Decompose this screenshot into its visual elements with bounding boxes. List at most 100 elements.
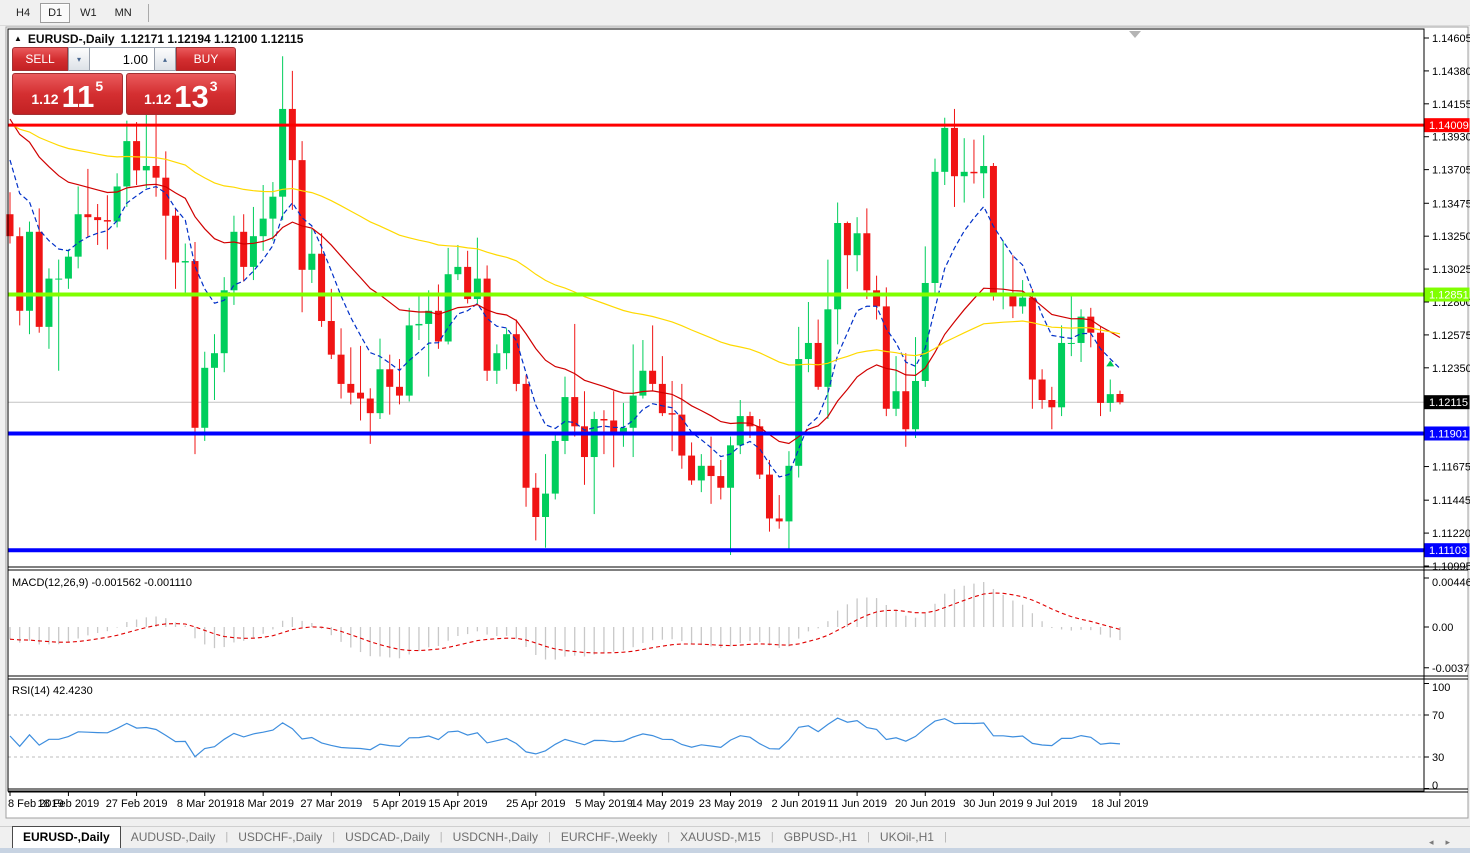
candlestick xyxy=(1078,317,1085,343)
candlestick xyxy=(649,371,656,384)
chart-ohlc-values: 1.12171 1.12194 1.12100 1.12115 xyxy=(121,32,304,46)
symbol-tab-xauusd[interactable]: XAUUSD-,M15 xyxy=(670,827,771,848)
symbol-tab-usdcad[interactable]: USDCAD-,Daily xyxy=(335,827,440,848)
rsi-label: RSI(14) 42.4230 xyxy=(12,685,93,697)
buy-button[interactable]: BUY xyxy=(176,47,236,71)
buy-price-big: 13 xyxy=(174,83,208,110)
rsi-line xyxy=(10,718,1120,757)
price-axis-label: 1.14155 xyxy=(1432,99,1470,111)
volume-input[interactable] xyxy=(90,47,154,71)
candlestick xyxy=(269,197,276,219)
candlestick xyxy=(55,279,62,280)
rsi-axis-label: 0 xyxy=(1432,780,1438,792)
candlestick xyxy=(932,172,939,283)
candlestick xyxy=(523,384,530,488)
candlestick xyxy=(669,413,676,414)
candlestick xyxy=(454,267,461,274)
buy-price-panel[interactable]: 1.12 13 3 xyxy=(126,73,237,115)
timeframe-tab-w1[interactable]: W1 xyxy=(72,3,105,23)
candlestick xyxy=(717,476,724,488)
candlestick xyxy=(26,232,33,311)
tab-separator: | xyxy=(944,831,947,848)
volume-increase-button[interactable]: ▴ xyxy=(154,47,176,71)
price-axis-label: 1.12800 xyxy=(1432,297,1470,309)
candlestick xyxy=(737,416,744,445)
candlestick xyxy=(182,261,189,262)
candlestick xyxy=(941,128,948,172)
collapse-arrow-icon[interactable]: ▲ xyxy=(14,34,22,43)
up-arrow-marker xyxy=(1106,360,1114,366)
candlestick xyxy=(727,445,734,487)
candlestick xyxy=(445,274,452,341)
timeframe-tab-d1[interactable]: D1 xyxy=(40,3,70,23)
symbol-tab-usdcnh[interactable]: USDCNH-,Daily xyxy=(443,827,548,848)
price-axis-label: 1.14380 xyxy=(1432,66,1470,78)
candlestick xyxy=(834,223,841,309)
price-axis-label: 1.12350 xyxy=(1432,363,1470,375)
macd-axis-label: 0.00 xyxy=(1432,622,1453,634)
candlestick xyxy=(435,311,442,342)
rsi-axis-label: 70 xyxy=(1432,710,1444,722)
level-price-badge: 1.14009 xyxy=(1429,120,1469,132)
macd-signal-line xyxy=(10,593,1120,653)
buy-price-small: 1.12 xyxy=(144,91,171,107)
candlestick xyxy=(7,214,14,236)
current-price-badge: 1.12115 xyxy=(1429,397,1468,409)
tab-scroll-arrows[interactable]: ◂▸ xyxy=(1429,837,1462,848)
candlestick xyxy=(630,396,637,428)
candlestick xyxy=(289,109,296,160)
candlestick xyxy=(386,369,393,387)
symbol-tab-eurchf[interactable]: EURCHF-,Weekly xyxy=(551,827,667,848)
candlestick xyxy=(912,381,919,429)
price-axis-label: 1.14605 xyxy=(1432,33,1470,45)
candlestick xyxy=(211,353,218,368)
status-strip xyxy=(0,848,1470,853)
symbol-tab-audusd[interactable]: AUDUSD-,Daily xyxy=(121,827,226,848)
candlestick xyxy=(406,325,413,395)
price-axis-label: 1.11675 xyxy=(1432,462,1470,474)
macd-axis-label: 0.004465 xyxy=(1432,577,1470,589)
level-price-badge: 1.11103 xyxy=(1429,545,1467,557)
date-axis-label: 18 Mar 2019 xyxy=(232,798,294,810)
candlestick xyxy=(756,426,763,474)
candlestick xyxy=(84,214,91,217)
rsi-axis-label: 100 xyxy=(1432,682,1450,694)
candlestick xyxy=(114,186,121,221)
candlestick xyxy=(172,216,179,263)
price-axis-label: 1.11445 xyxy=(1432,495,1470,507)
date-axis-label: 15 Apr 2019 xyxy=(428,798,487,810)
candlestick xyxy=(980,166,987,173)
date-axis-label: 5 May 2019 xyxy=(575,798,632,810)
candlestick xyxy=(16,236,23,311)
candlestick xyxy=(230,232,237,291)
candlestick xyxy=(581,426,588,457)
price-axis-label: 1.10995 xyxy=(1432,561,1470,573)
timeframe-tab-h4[interactable]: H4 xyxy=(8,3,38,23)
candlestick xyxy=(338,355,345,384)
candlestick xyxy=(893,391,900,409)
candlestick xyxy=(162,178,169,216)
symbol-tab-usdchf[interactable]: USDCHF-,Daily xyxy=(228,827,332,848)
sell-price-panel[interactable]: 1.12 11 5 xyxy=(12,73,123,115)
chart-shift-marker[interactable] xyxy=(1129,31,1141,38)
candlestick xyxy=(610,420,617,432)
candlestick xyxy=(961,172,968,176)
symbol-tab-gbpusd[interactable]: GBPUSD-,H1 xyxy=(774,827,867,848)
chart-window-frame xyxy=(6,27,1468,818)
candlestick xyxy=(1068,343,1075,344)
timeframe-tab-mn[interactable]: MN xyxy=(107,3,140,23)
date-axis-label: 14 May 2019 xyxy=(631,798,695,810)
macd-axis-label: -0.003715 xyxy=(1432,663,1470,675)
candlestick xyxy=(591,419,598,457)
ma-line-fast xyxy=(10,160,1120,477)
price-axis-label: 1.13930 xyxy=(1432,132,1470,144)
candlestick xyxy=(318,254,325,321)
candlestick xyxy=(600,419,607,420)
symbol-tab-ukoil[interactable]: UKOil-,H1 xyxy=(870,827,944,848)
date-axis-label: 30 Jun 2019 xyxy=(963,798,1024,810)
level-price-badge: 1.12851 xyxy=(1429,290,1469,302)
sell-button[interactable]: SELL xyxy=(12,47,68,71)
candlestick xyxy=(688,456,695,481)
volume-decrease-button[interactable]: ▾ xyxy=(68,47,90,71)
symbol-tab-eurusd[interactable]: EURUSD-,Daily xyxy=(12,826,121,848)
